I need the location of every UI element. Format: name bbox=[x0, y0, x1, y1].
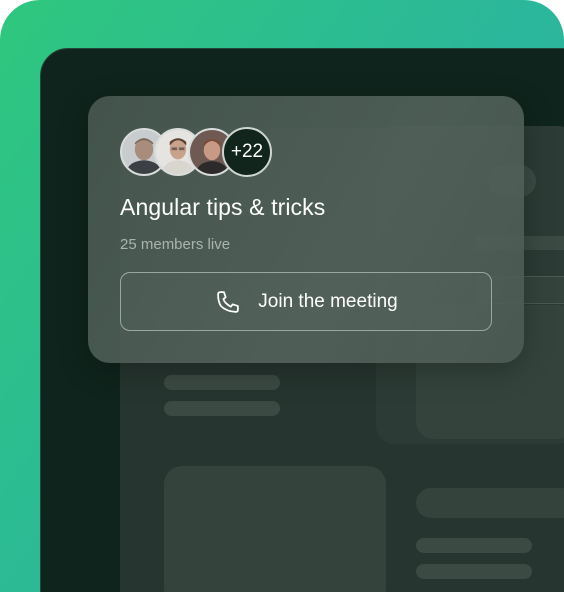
skeleton-line bbox=[164, 375, 280, 390]
skeleton-card bbox=[164, 466, 386, 592]
members-live-count: 25 members live bbox=[120, 236, 231, 253]
join-meeting-label: Join the meeting bbox=[258, 290, 398, 312]
skeleton-line bbox=[164, 401, 280, 416]
skeleton-line bbox=[416, 564, 532, 579]
meeting-title: Angular tips & tricks bbox=[120, 194, 326, 220]
skeleton-bar bbox=[416, 488, 564, 518]
phone-icon bbox=[214, 288, 242, 316]
skeleton-line bbox=[416, 538, 532, 553]
extra-participants-badge[interactable]: +22 bbox=[222, 127, 272, 177]
background-frame: +22 Angular tips & tricks 25 members liv… bbox=[0, 0, 564, 592]
participant-avatars: +22 bbox=[120, 126, 272, 178]
meeting-card: +22 Angular tips & tricks 25 members liv… bbox=[88, 96, 524, 363]
join-meeting-button[interactable]: Join the meeting bbox=[120, 272, 492, 331]
